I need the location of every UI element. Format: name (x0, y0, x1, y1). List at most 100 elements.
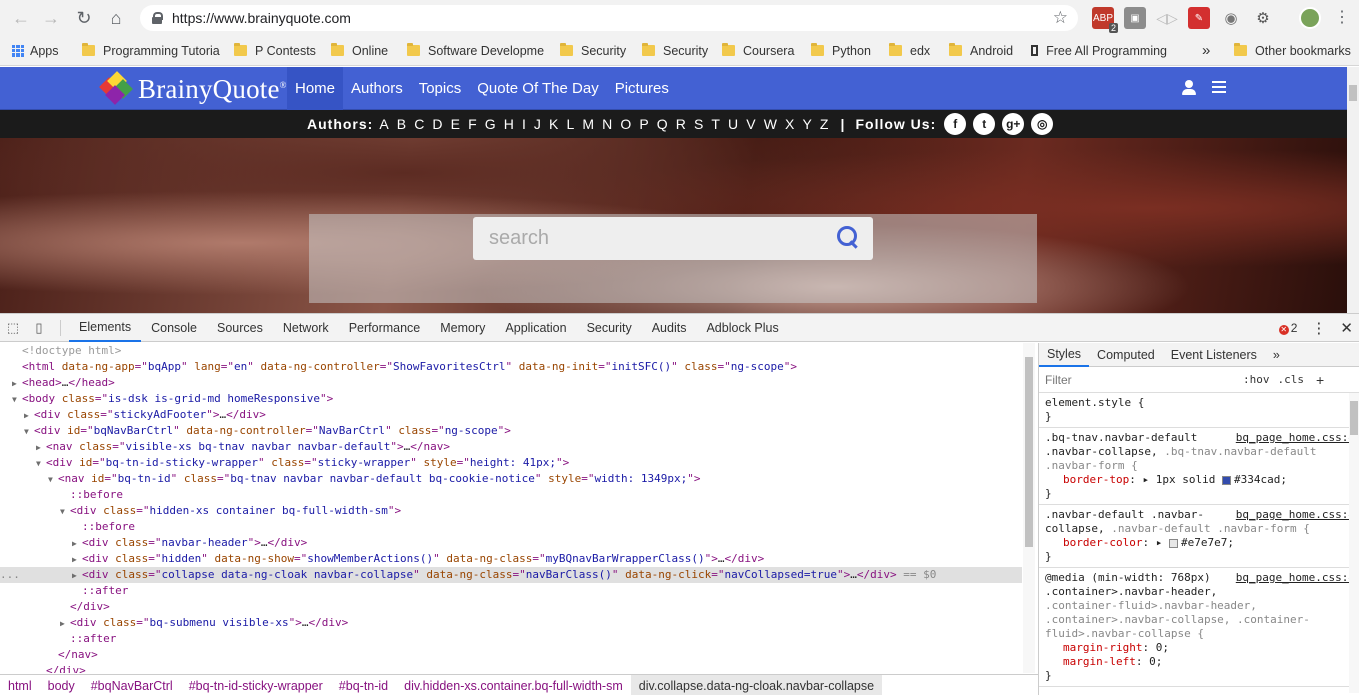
author-letter-g[interactable]: G (485, 116, 496, 132)
author-letter-d[interactable]: D (432, 116, 442, 132)
style-rule[interactable]: bq_page_home.css:4 .navbar-default .navba… (1039, 505, 1359, 568)
page-scrollbar[interactable] (1347, 67, 1359, 313)
color-swatch[interactable] (1168, 538, 1178, 548)
author-letter-w[interactable]: W (764, 116, 777, 132)
menu-quote-of-the-day[interactable]: Quote Of The Day (469, 67, 606, 110)
bookmark-folder[interactable]: P Contests (228, 39, 322, 63)
author-letter-l[interactable]: L (566, 116, 574, 132)
author-letter-n[interactable]: N (602, 116, 612, 132)
device-toolbar-icon[interactable]: ▯ (26, 314, 52, 342)
bookmark-folder[interactable]: Security (554, 39, 632, 63)
puzzle-extension-icon[interactable]: ▣ (1124, 7, 1146, 29)
breadcrumb-item[interactable]: #bq-tn-id-sticky-wrapper (181, 675, 331, 695)
bookmark-folder[interactable]: Security (636, 39, 714, 63)
bookmarks-overflow-button[interactable]: » (1196, 39, 1216, 63)
css-color-value[interactable]: #e7e7e7; (1181, 536, 1234, 549)
error-counter[interactable]: ✕ 2 (1278, 321, 1297, 335)
search-icon[interactable] (837, 226, 859, 248)
dom-node-line[interactable]: ▶ <div class="stickyAdFooter">…</div> (0, 407, 1022, 423)
stylesheet-link[interactable]: bq_page_home.css:4 (1236, 508, 1355, 522)
css-color-value[interactable]: #334cad; (1234, 473, 1287, 486)
css-property[interactable]: border-top (1063, 473, 1129, 486)
lock-icon[interactable] (152, 12, 163, 24)
home-icon[interactable]: ⌂ (101, 3, 131, 33)
author-letter-h[interactable]: H (504, 116, 514, 132)
author-letter-m[interactable]: M (582, 116, 594, 132)
bookmark-folder[interactable]: edx (883, 39, 936, 63)
css-value[interactable]: 0; (1156, 641, 1169, 654)
author-letter-u[interactable]: U (728, 116, 738, 132)
dom-node-line[interactable]: ▼ <div id="bq-tn-id-sticky-wrapper" class… (0, 455, 1022, 471)
breadcrumb-item[interactable]: div.collapse.data-ng-cloak.navbar-collap… (630, 674, 883, 695)
search-input[interactable] (489, 227, 819, 250)
menu-topics[interactable]: Topics (411, 67, 470, 110)
author-letter-p[interactable]: P (639, 116, 648, 132)
sidebar-tab-event-listeners[interactable]: Event Listeners (1163, 343, 1265, 367)
breadcrumb-item[interactable]: body (40, 675, 83, 695)
css-declaration[interactable]: margin-right: 0; (1045, 641, 1353, 655)
dom-node-line[interactable]: ::after (0, 631, 1022, 647)
instagram-icon[interactable]: ◎ (1031, 113, 1054, 135)
dom-node-line[interactable]: ▶ <head>…</head> (0, 375, 1022, 391)
tab-security[interactable]: Security (577, 314, 642, 342)
dom-node-line[interactable]: </nav> (0, 647, 1022, 663)
search-box[interactable] (473, 217, 873, 260)
expand-triangle-icon[interactable]: ▶ (24, 408, 34, 424)
author-letter-s[interactable]: S (694, 116, 703, 132)
tab-sources[interactable]: Sources (207, 314, 273, 342)
dom-node-line[interactable]: </div> (0, 663, 1022, 673)
adblock-extension-icon[interactable]: ABP 2 (1092, 7, 1118, 33)
author-letter-r[interactable]: R (676, 116, 686, 132)
author-letter-a[interactable]: A (379, 116, 388, 132)
dom-scrollbar[interactable] (1023, 343, 1035, 673)
author-letter-f[interactable]: F (468, 116, 477, 132)
author-letter-o[interactable]: O (620, 116, 631, 132)
css-declaration[interactable]: margin-left: 0; (1045, 655, 1353, 669)
devtools-menu-icon[interactable]: ⋮ (1311, 319, 1326, 337)
sidebar-tab-computed[interactable]: Computed (1089, 343, 1163, 367)
url-text[interactable]: https://www.brainyquote.com (172, 10, 351, 26)
cls-toggle[interactable]: .cls (1278, 373, 1305, 386)
dom-node-line[interactable]: </div> (0, 599, 1022, 615)
tab-console[interactable]: Console (141, 314, 207, 342)
css-property[interactable]: border-color (1063, 536, 1142, 549)
menu-home[interactable]: Home (287, 67, 344, 110)
new-style-rule-button[interactable]: + (1316, 372, 1324, 388)
dom-node-line[interactable]: ▼ <body class="is-dsk is-grid-md homeResp… (0, 391, 1022, 407)
tab-adblock-plus[interactable]: Adblock Plus (696, 314, 788, 342)
css-value[interactable]: 1px solid (1156, 473, 1222, 486)
author-letter-k[interactable]: K (549, 116, 558, 132)
pen-extension-icon[interactable]: ✎ (1188, 7, 1210, 29)
author-letter-y[interactable]: Y (802, 116, 811, 132)
dom-node-line[interactable]: ▼ <div class="hidden-xs container bq-full… (0, 503, 1022, 519)
color-swatch[interactable] (1221, 475, 1231, 485)
author-letter-i[interactable]: I (522, 116, 526, 132)
bookmark-folder[interactable]: Coursera (716, 39, 800, 63)
dom-node-line[interactable]: <html data-ng-app="bqApp" lang="en" data… (0, 359, 1022, 375)
dom-node-line[interactable]: ::before (0, 487, 1022, 503)
site-logo[interactable]: BrainyQuote® (99, 71, 287, 107)
user-icon[interactable] (1182, 80, 1196, 96)
expand-triangle-icon[interactable]: ▶ (36, 440, 46, 456)
css-value[interactable]: 0; (1149, 655, 1162, 668)
expand-triangle-icon[interactable]: ▶ (72, 536, 82, 552)
author-letter-v[interactable]: V (746, 116, 755, 132)
menu-pictures[interactable]: Pictures (607, 67, 677, 110)
dom-node-line[interactable]: ▶ <div class="hidden" data-ng-show="showM… (0, 551, 1022, 567)
dom-node-line[interactable]: ▶ <div class="navbar-header">…</div> (0, 535, 1022, 551)
sidebar-tab-overflow[interactable]: » (1265, 343, 1288, 367)
bookmark-page[interactable]: Free All Programming (1025, 39, 1173, 63)
dom-node-line[interactable]: <!doctype html> (0, 343, 1022, 359)
scrollbar-thumb[interactable] (1349, 85, 1357, 101)
dom-node-line[interactable]: ▼ <div id="bqNavBarCtrl" data-ng-controll… (0, 423, 1022, 439)
author-letter-q[interactable]: Q (657, 116, 668, 132)
google-plus-icon[interactable]: g+ (1002, 113, 1025, 135)
expand-triangle-icon[interactable]: ▶ (72, 568, 82, 584)
author-letter-c[interactable]: C (414, 116, 424, 132)
breadcrumb-item[interactable]: html (0, 675, 40, 695)
gear-icon[interactable]: ⚙ (1252, 7, 1274, 29)
author-letter-b[interactable]: B (397, 116, 406, 132)
css-property[interactable]: margin-left (1063, 655, 1136, 668)
collapse-triangle-icon[interactable]: ▼ (24, 424, 34, 440)
styles-filter-input[interactable] (1045, 372, 1235, 387)
